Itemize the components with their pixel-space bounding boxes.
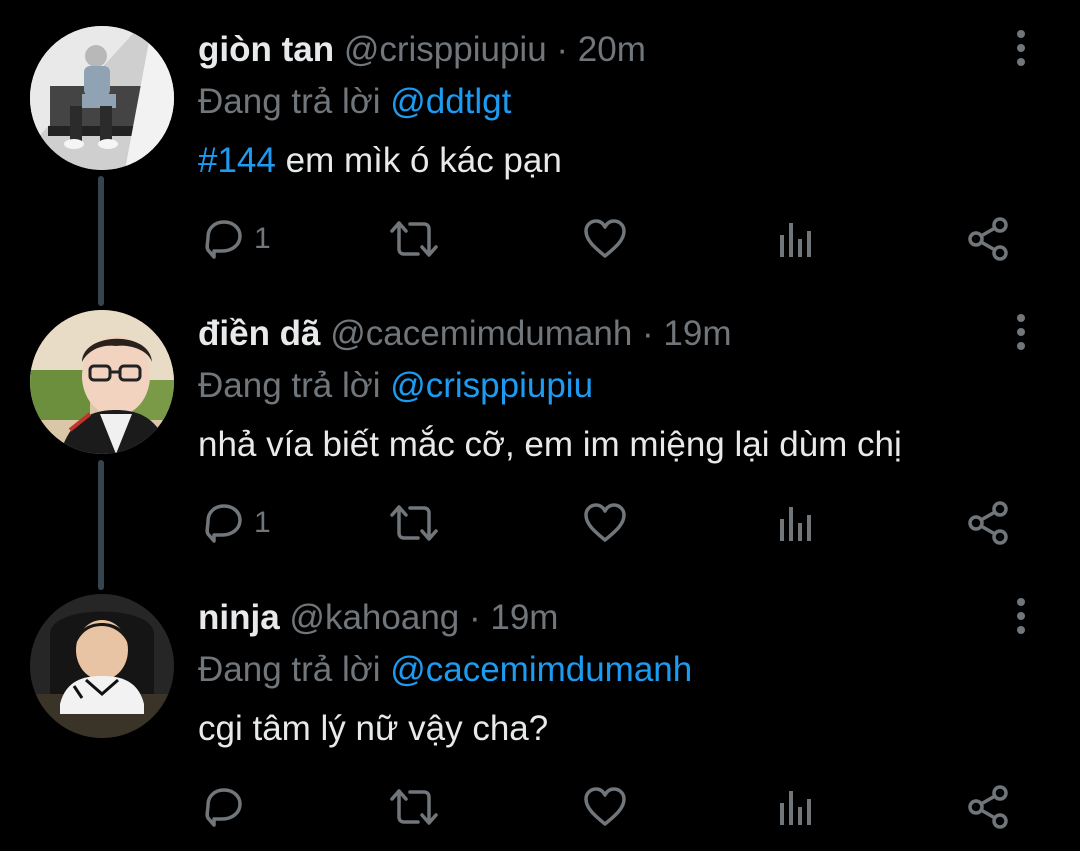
separator-dot: ·	[468, 598, 481, 637]
more-vertical-icon[interactable]	[1004, 28, 1038, 68]
separator-dot: ·	[642, 314, 654, 353]
like-button[interactable]	[582, 214, 628, 264]
action-bar: 1	[0, 214, 1080, 264]
analytics-button[interactable]	[776, 214, 816, 264]
replying-to-label: Đang trả lời	[198, 82, 381, 121]
separator-dot: ·	[556, 30, 569, 69]
like-button[interactable]	[582, 782, 628, 832]
analytics-icon	[780, 791, 811, 825]
reply-icon	[205, 220, 242, 259]
timestamp[interactable]: 19m	[663, 314, 731, 353]
mention-link[interactable]: @cacemimdumanh	[390, 650, 692, 689]
tweet-text: #144 em mìk ó kác pạn	[198, 136, 562, 186]
heart-icon	[584, 787, 626, 826]
display-name[interactable]: điền dã	[198, 314, 321, 353]
retweet-button[interactable]	[388, 498, 440, 548]
more-vertical-icon[interactable]	[1004, 312, 1038, 352]
replying-to: Đang trả lời @crisppiupiu	[198, 362, 593, 410]
share-button[interactable]	[966, 498, 1010, 548]
tweet-header: ninja @kahoang · 19m	[198, 594, 558, 642]
avatar-image	[30, 594, 174, 738]
replying-to: Đang trả lời @cacemimdumanh	[198, 646, 692, 694]
share-icon	[968, 785, 1008, 829]
replying-to-label: Đang trả lời	[198, 366, 381, 405]
hashtag-link[interactable]: #144	[198, 141, 276, 180]
avatar-image	[30, 310, 174, 454]
reply-button[interactable]: 1	[200, 498, 271, 548]
heart-icon	[584, 219, 626, 258]
retweet-button[interactable]	[388, 214, 440, 264]
display-name[interactable]: giòn tan	[198, 30, 334, 69]
tweet-text: cgi tâm lý nữ vậy cha?	[198, 704, 548, 754]
timestamp[interactable]: 19m	[490, 598, 558, 637]
avatar[interactable]	[30, 26, 174, 170]
share-icon	[968, 217, 1008, 261]
analytics-icon	[780, 223, 811, 257]
reply-button[interactable]: 1	[200, 214, 271, 264]
reply-icon	[205, 788, 242, 827]
timestamp[interactable]: 20m	[578, 30, 646, 69]
replying-to: Đang trả lời @ddtlgt	[198, 78, 511, 126]
reply-count: 1	[254, 222, 271, 255]
user-handle[interactable]: @cacemimdumanh	[330, 314, 632, 353]
avatar[interactable]	[30, 594, 174, 738]
share-button[interactable]	[966, 214, 1010, 264]
tweet-header: điền dã @cacemimdumanh · 19m	[198, 310, 732, 358]
share-icon	[968, 501, 1008, 545]
avatar-image	[30, 26, 174, 170]
replying-to-label: Đang trả lời	[198, 650, 381, 689]
like-button[interactable]	[582, 498, 628, 548]
user-handle[interactable]: @kahoang	[289, 598, 459, 637]
retweet-icon	[390, 789, 438, 825]
analytics-icon	[780, 507, 811, 541]
analytics-button[interactable]	[776, 498, 816, 548]
heart-icon	[584, 503, 626, 542]
user-handle[interactable]: @crisppiupiu	[344, 30, 547, 69]
reply-icon	[205, 504, 242, 543]
action-bar: 1	[0, 498, 1080, 548]
retweet-icon	[390, 221, 438, 257]
reply-button[interactable]	[200, 782, 254, 832]
mention-link[interactable]: @crisppiupiu	[390, 366, 593, 405]
avatar[interactable]	[30, 310, 174, 454]
reply-count: 1	[254, 506, 271, 539]
action-bar	[0, 782, 1080, 832]
tweet-header: giòn tan @crisppiupiu · 20m	[198, 26, 646, 74]
tweet-body: em mìk ó kác pạn	[285, 141, 562, 180]
analytics-button[interactable]	[776, 782, 816, 832]
tweet-body: nhả vía biết mắc cỡ, em im miệng lại dùm…	[198, 425, 902, 464]
share-button[interactable]	[966, 782, 1010, 832]
display-name[interactable]: ninja	[198, 598, 280, 637]
retweet-button[interactable]	[388, 782, 440, 832]
retweet-icon	[390, 505, 438, 541]
more-vertical-icon[interactable]	[1004, 596, 1038, 636]
tweet-body: cgi tâm lý nữ vậy cha?	[198, 709, 549, 748]
mention-link[interactable]: @ddtlgt	[390, 82, 511, 121]
tweet-text: nhả vía biết mắc cỡ, em im miệng lại dùm…	[198, 420, 902, 470]
